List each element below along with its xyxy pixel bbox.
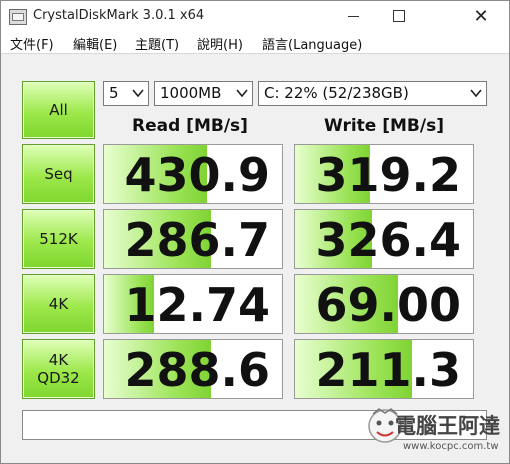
write-header: Write [MB/s] [324, 116, 444, 136]
read-result-cell: 12.74 [103, 274, 283, 334]
write-result-cell: 69.00 [294, 274, 474, 334]
test-button[interactable]: Seq [22, 144, 95, 204]
menu-bar: 文件(F) 編輯(E) 主題(T) 說明(H) 語言(Language) [1, 31, 509, 54]
watermark-url: www.kocpc.com.tw [403, 441, 499, 452]
test-label: 4K [48, 351, 69, 369]
title-bar: CrystalDiskMark 3.0.1 x64 ✕ [1, 1, 509, 31]
maximize-icon [393, 10, 405, 22]
watermark-name: 電腦王阿達 [395, 414, 500, 438]
test-button[interactable]: 512K [22, 209, 95, 269]
menu-file[interactable]: 文件(F) [10, 34, 54, 53]
count-select[interactable]: 5 [103, 81, 149, 106]
app-window: CrystalDiskMark 3.0.1 x64 ✕ 文件(F) 編輯(E) … [0, 0, 510, 464]
watermark: 電腦王阿達 www.kocpc.com.tw [365, 394, 505, 458]
all-button[interactable]: All [22, 81, 95, 139]
size-value: 1000MB [160, 84, 222, 102]
maximize-button[interactable] [377, 1, 421, 31]
size-select[interactable]: 1000MB [154, 81, 253, 106]
chevron-down-icon [236, 89, 248, 98]
count-value: 5 [109, 84, 119, 102]
drive-select[interactable]: C: 22% (52/238GB) [258, 81, 487, 106]
write-result-cell: 211.3 [294, 339, 474, 399]
write-result-value: 319.2 [315, 148, 461, 202]
window-title: CrystalDiskMark 3.0.1 x64 [33, 8, 205, 23]
read-result-value: 12.74 [124, 278, 270, 332]
read-result-value: 286.7 [124, 213, 270, 267]
read-result-value: 288.6 [124, 343, 270, 397]
read-header: Read [MB/s] [132, 116, 248, 136]
read-result-cell: 286.7 [103, 209, 283, 269]
test-button[interactable]: 4K QD32 [22, 339, 95, 399]
minimize-icon [347, 15, 359, 17]
write-result-value: 326.4 [315, 213, 461, 267]
write-result-value: 211.3 [315, 343, 461, 397]
menu-edit[interactable]: 編輯(E) [73, 34, 117, 53]
menu-help[interactable]: 說明(H) [197, 34, 243, 53]
test-label: 512K [39, 230, 78, 248]
drive-value: C: 22% (52/238GB) [264, 84, 409, 102]
write-result-cell: 326.4 [294, 209, 474, 269]
minimize-button[interactable] [331, 1, 375, 31]
write-result-value: 69.00 [315, 278, 461, 332]
read-result-value: 430.9 [124, 148, 270, 202]
menu-language[interactable]: 語言(Language) [262, 34, 362, 53]
app-icon [9, 9, 27, 25]
menu-theme[interactable]: 主題(T) [135, 34, 179, 53]
close-button[interactable]: ✕ [453, 1, 509, 31]
test-label: 4K [48, 295, 69, 313]
read-result-cell: 288.6 [103, 339, 283, 399]
test-button[interactable]: 4K [22, 274, 95, 334]
read-result-cell: 430.9 [103, 144, 283, 204]
chevron-down-icon [470, 89, 482, 98]
chevron-down-icon [132, 89, 144, 98]
test-label: Seq [44, 165, 73, 183]
test-label-sub: QD32 [37, 369, 80, 387]
write-result-cell: 319.2 [294, 144, 474, 204]
